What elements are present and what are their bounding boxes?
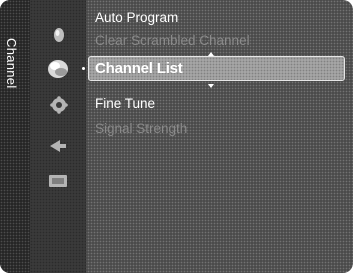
menu-item-fine-tune[interactable]: Fine Tune <box>95 96 155 112</box>
setup-icon[interactable] <box>50 96 68 114</box>
menu-item-auto-program[interactable]: Auto Program <box>95 10 178 26</box>
scroll-down-arrow-icon <box>208 84 214 88</box>
tv-menu-screen: Channel Auto Program Clear Scrambled Cha… <box>0 0 353 273</box>
menu-item-signal-strength: Signal Strength <box>95 121 188 136</box>
menu-item-clear-scrambled-channel: Clear Scrambled Channel <box>95 33 250 48</box>
sidebar-label: Channel <box>4 38 19 89</box>
selected-category-indicator <box>82 67 85 70</box>
menu-item-channel-list[interactable]: Channel List <box>88 56 345 81</box>
channel-icon[interactable] <box>46 58 70 80</box>
category-icon-column <box>30 0 86 273</box>
input-icon[interactable] <box>48 138 68 154</box>
picture-icon[interactable] <box>52 26 66 44</box>
menu-item-channel-list-label: Channel List <box>95 60 183 77</box>
sidebar: Channel <box>0 0 30 273</box>
support-icon[interactable] <box>48 174 68 188</box>
